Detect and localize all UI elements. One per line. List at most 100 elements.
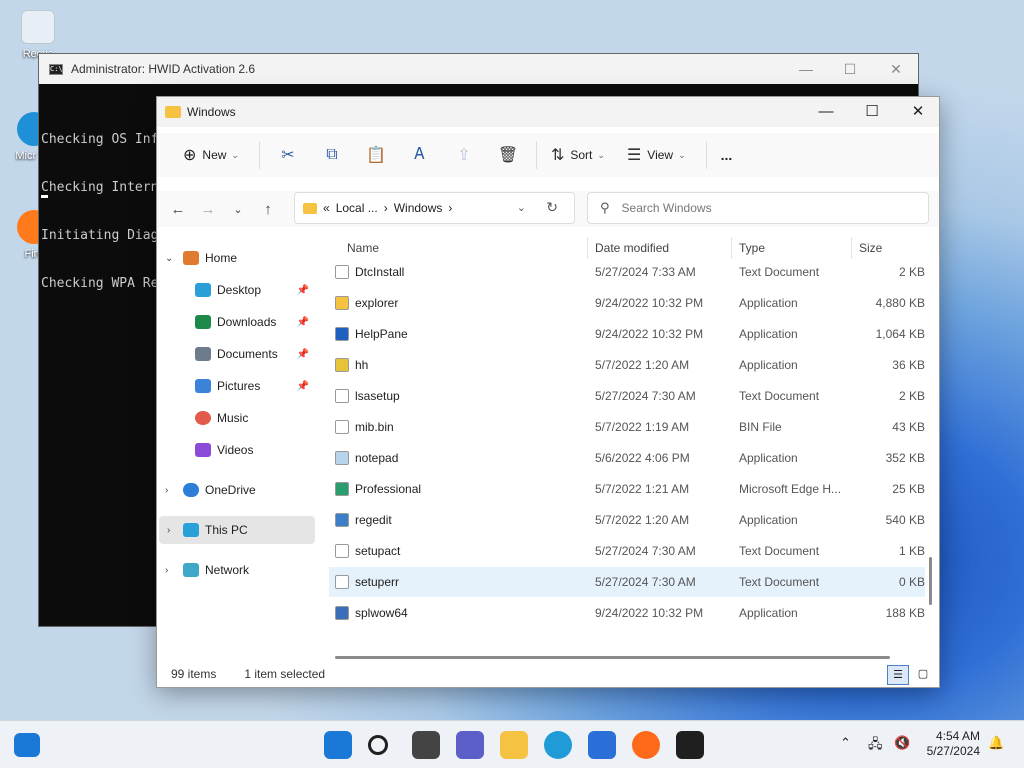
- cut-button[interactable]: ✂: [266, 145, 310, 165]
- file-row[interactable]: regedit 5/7/2022 1:20 AM Application 540 KB: [329, 505, 925, 535]
- file-row[interactable]: mib.bin 5/7/2022 1:19 AM BIN File 43 KB: [329, 412, 925, 442]
- sidebar-item-videos[interactable]: Videos: [157, 436, 313, 464]
- details-view-button[interactable]: ☰: [887, 665, 909, 685]
- file-date: 5/27/2024 7:30 AM: [595, 544, 696, 558]
- horizontal-scrollbar[interactable]: [335, 656, 890, 659]
- breadcrumb-separator-icon: ›: [383, 201, 388, 215]
- chevron-right-icon[interactable]: ›: [165, 485, 177, 496]
- file-row[interactable]: splwow64 9/24/2022 10:32 PM Application 188…: [329, 598, 925, 628]
- vertical-scrollbar[interactable]: [929, 557, 932, 605]
- file-row[interactable]: setuperr 5/27/2024 7:30 AM Text Document 0 …: [329, 567, 925, 597]
- recent-locations-button[interactable]: ⌄: [223, 203, 253, 216]
- refresh-icon[interactable]: ↻: [546, 199, 558, 216]
- taskbar-terminal-icon[interactable]: [676, 731, 704, 759]
- share-button[interactable]: ⇪: [442, 145, 486, 165]
- clipboard-icon: 📋: [366, 147, 386, 164]
- taskbar-edge-icon[interactable]: [544, 731, 572, 759]
- delete-button[interactable]: 🗑: [486, 145, 530, 165]
- column-divider[interactable]: [587, 237, 588, 259]
- column-header-type[interactable]: Type: [739, 241, 765, 255]
- sidebar-item-documents[interactable]: Documents 📌: [157, 340, 313, 368]
- notification-icon[interactable]: 🔔: [988, 735, 1004, 751]
- file-row[interactable]: explorer 9/24/2022 10:32 PM Application 4,8…: [329, 288, 925, 318]
- minimize-button[interactable]: —: [783, 54, 829, 84]
- file-row[interactable]: Professional 5/7/2022 1:21 AM Microsoft Ed…: [329, 474, 925, 504]
- console-output: Checking OS Inf Checking Intern Initiati…: [39, 100, 158, 324]
- close-button[interactable]: ✕: [873, 54, 919, 84]
- sidebar-item-pictures[interactable]: Pictures 📌: [157, 372, 313, 400]
- sidebar-item-home[interactable]: ⌄ Home: [157, 244, 313, 272]
- file-date: 5/7/2022 1:19 AM: [595, 420, 690, 434]
- column-header-date[interactable]: Date modified: [595, 241, 669, 255]
- minimize-button[interactable]: —: [803, 97, 849, 127]
- chevron-right-icon[interactable]: ›: [167, 525, 179, 536]
- column-header-size[interactable]: Size: [859, 241, 882, 255]
- file-date: 5/27/2024 7:30 AM: [595, 389, 696, 403]
- cmd-icon: C:\: [49, 63, 63, 75]
- command-bar: ⊕ New ⌄ ✂ ⧉ 📋 Ꭺ ⇪ 🗑 ⇅ Sort ⌄ ☰ View ⌄ ..…: [157, 133, 939, 177]
- copy-button[interactable]: ⧉: [310, 146, 354, 164]
- file-size: 1,064 KB: [875, 327, 925, 341]
- taskbar-search-icon[interactable]: [368, 735, 388, 755]
- sidebar-item-downloads[interactable]: Downloads 📌: [157, 308, 313, 336]
- rename-button[interactable]: Ꭺ: [398, 146, 442, 164]
- network-icon[interactable]: 🖧: [868, 735, 883, 757]
- file-row[interactable]: HelpPane 9/24/2022 10:32 PM Application 1,0…: [329, 319, 925, 349]
- sidebar-item-onedrive[interactable]: › OneDrive: [157, 476, 313, 504]
- forward-button[interactable]: →: [193, 201, 223, 218]
- file-row[interactable]: DtcInstall 5/27/2024 7:33 AM Text Document…: [329, 257, 925, 287]
- item-count: 99 items: [171, 667, 217, 681]
- file-row[interactable]: lsasetup 5/27/2024 7:30 AM Text Document 2 …: [329, 381, 925, 411]
- file-row[interactable]: notepad 5/6/2022 4:06 PM Application 352 KB: [329, 443, 925, 473]
- breadcrumb-prefix: «: [323, 201, 330, 215]
- taskbar-task-view-icon[interactable]: [412, 731, 440, 759]
- console-title-bar[interactable]: C:\ Administrator: HWID Activation 2.6 —…: [39, 54, 918, 84]
- taskbar-firefox-icon[interactable]: [632, 731, 660, 759]
- sidebar-item-music[interactable]: Music: [157, 404, 313, 432]
- taskbar-start-icon[interactable]: [324, 731, 352, 759]
- tiles-view-button[interactable]: ▢: [913, 665, 933, 685]
- divider: [535, 141, 537, 169]
- new-button[interactable]: ⊕ New ⌄: [175, 139, 247, 171]
- more-options-button[interactable]: ...: [713, 139, 741, 171]
- view-button[interactable]: ☰ View ⌄: [619, 139, 694, 171]
- file-type: Text Document: [739, 389, 820, 403]
- chevron-down-icon[interactable]: ⌄: [165, 253, 177, 264]
- breadcrumb-segment[interactable]: Local ...: [336, 201, 378, 215]
- column-divider[interactable]: [851, 237, 852, 259]
- pin-icon: 📌: [296, 316, 309, 328]
- taskbar-store-icon[interactable]: [588, 731, 616, 759]
- taskbar-chat-icon[interactable]: [456, 731, 484, 759]
- volume-muted-icon[interactable]: 🔇: [894, 735, 910, 751]
- console-line: Initiating Diag: [41, 228, 159, 243]
- search-box[interactable]: ⚲ Search Windows: [587, 192, 929, 224]
- sidebar-item-this-pc[interactable]: › This PC: [159, 516, 315, 544]
- system-clock[interactable]: 4:54 AM 5/27/2024: [927, 729, 980, 759]
- maximize-button[interactable]: ☐: [827, 54, 873, 84]
- address-bar[interactable]: « Local ... › Windows › ⌄ ↻: [294, 192, 575, 224]
- back-button[interactable]: ←: [163, 201, 193, 218]
- file-list[interactable]: bootstat.dat5/27/2024 4:42 AMDAT File66 …: [329, 235, 925, 651]
- sidebar-item-network[interactable]: › Network: [157, 556, 313, 584]
- column-header-name[interactable]: Name: [347, 241, 379, 255]
- chevron-up-icon[interactable]: ⌃: [840, 735, 851, 751]
- chevron-right-icon[interactable]: ›: [165, 565, 177, 576]
- file-row[interactable]: setupact 5/27/2024 7:30 AM Text Document 1 …: [329, 536, 925, 566]
- file-type: Application: [739, 358, 798, 372]
- up-button[interactable]: ↑: [253, 201, 283, 218]
- file-row[interactable]: hh 5/7/2022 1:20 AM Application 36 KB: [329, 350, 925, 380]
- maximize-button[interactable]: ☐: [849, 97, 895, 127]
- explorer-title-bar[interactable]: Windows — ☐ ✕: [157, 97, 939, 127]
- widgets-button[interactable]: [14, 733, 40, 757]
- file-size: 2 KB: [898, 265, 925, 279]
- paste-button[interactable]: 📋: [354, 145, 398, 165]
- sort-button[interactable]: ⇅ Sort ⌄: [543, 139, 613, 171]
- sidebar-item-desktop[interactable]: Desktop 📌: [157, 276, 313, 304]
- column-divider[interactable]: [731, 237, 732, 259]
- breadcrumb-segment[interactable]: Windows: [394, 201, 443, 215]
- file-explorer-window[interactable]: Windows — ☐ ✕ ⊕ New ⌄ ✂ ⧉ 📋 Ꭺ ⇪ 🗑 ⇅ Sort…: [156, 96, 940, 688]
- close-button[interactable]: ✕: [895, 97, 941, 127]
- taskbar-file-explorer-icon[interactable]: [500, 731, 528, 759]
- chevron-down-icon[interactable]: ⌄: [517, 201, 526, 214]
- file-date: 5/7/2022 1:20 AM: [595, 513, 690, 527]
